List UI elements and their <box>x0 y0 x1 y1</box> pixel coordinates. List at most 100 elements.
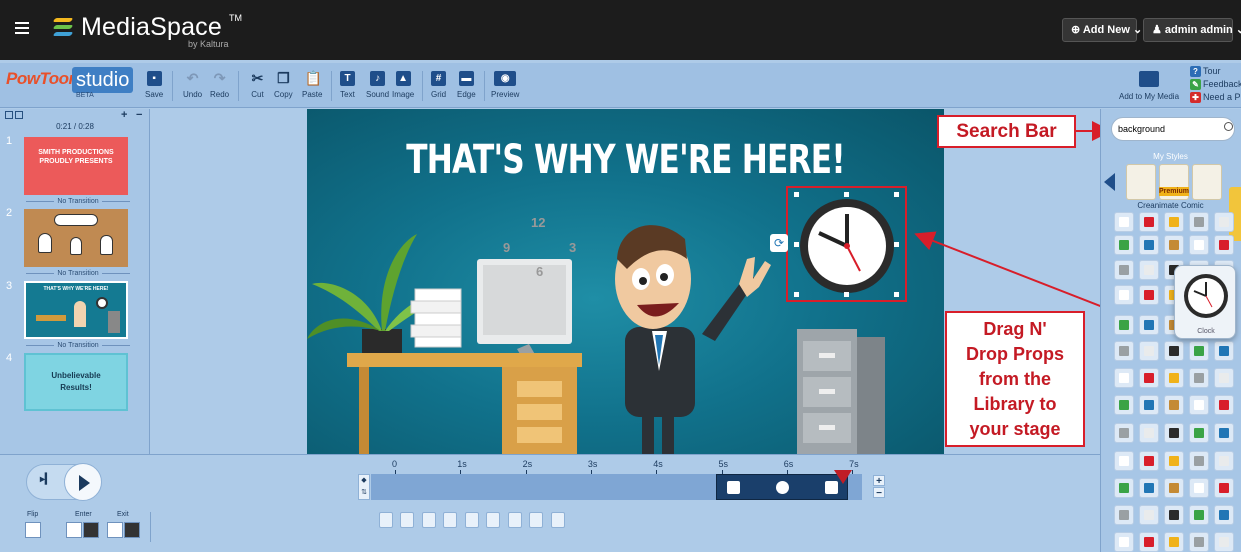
library-prop[interactable] <box>1189 505 1209 525</box>
add-to-my-media-button[interactable]: Add to My Media <box>1116 71 1182 101</box>
library-prop[interactable] <box>1114 212 1134 232</box>
paper-stack-prop[interactable] <box>410 288 462 348</box>
resize-handle[interactable] <box>794 192 799 197</box>
timeline-clip-bar[interactable] <box>716 474 848 500</box>
cabinet-object-icon[interactable] <box>443 512 458 528</box>
resize-handle[interactable] <box>844 292 849 297</box>
library-prop[interactable] <box>1164 395 1184 415</box>
grid-button[interactable]: # Grid <box>431 71 446 99</box>
library-prop[interactable] <box>1114 368 1134 388</box>
flip-button[interactable] <box>25 522 41 538</box>
remove-slide-button[interactable]: − <box>136 109 142 121</box>
desk-object-icon[interactable] <box>421 512 436 528</box>
slide-grid-icon[interactable] <box>15 111 23 119</box>
library-prop[interactable] <box>1139 235 1159 255</box>
user-menu-button[interactable]: ♟ admin admin ⌄ <box>1143 18 1241 42</box>
library-prop[interactable] <box>1189 341 1209 361</box>
resize-handle[interactable] <box>894 292 899 297</box>
library-prop[interactable] <box>1114 505 1134 525</box>
library-prop[interactable] <box>1114 260 1134 280</box>
computer-object-icon[interactable] <box>400 512 415 528</box>
library-prop[interactable] <box>1214 395 1234 415</box>
library-prop[interactable] <box>1114 423 1134 443</box>
brand-title[interactable]: MediaSpace <box>81 13 222 42</box>
resize-handle[interactable] <box>894 192 899 197</box>
redo-button[interactable]: ↷ Redo <box>210 71 229 100</box>
zoom-out-icon[interactable]: − <box>873 487 885 499</box>
slide-transition[interactable]: No Transition <box>16 270 140 277</box>
library-prop[interactable] <box>1114 285 1134 305</box>
library-prop[interactable] <box>1164 235 1184 255</box>
resize-handle[interactable] <box>794 242 799 247</box>
library-prop[interactable] <box>1164 451 1184 471</box>
library-prop[interactable] <box>1164 505 1184 525</box>
preview-button[interactable]: ◉ Preview <box>491 71 519 99</box>
library-prop[interactable] <box>1139 260 1159 280</box>
copy-button[interactable]: ❐ Copy <box>274 71 293 100</box>
library-prop[interactable] <box>1164 341 1184 361</box>
save-button[interactable]: ▪ Save <box>145 71 163 99</box>
library-prop[interactable] <box>1214 235 1234 255</box>
desk-prop[interactable] <box>347 353 582 454</box>
playhead-marker[interactable] <box>834 470 852 484</box>
library-prop[interactable] <box>1114 235 1134 255</box>
image-button[interactable]: ▲ Image <box>392 71 414 99</box>
add-new-button[interactable]: ⊕ Add New ⌄ <box>1062 18 1142 42</box>
help-link[interactable]: ✚ Need a Pr <box>1190 92 1241 103</box>
play-button[interactable] <box>64 463 102 501</box>
stage-title-text[interactable]: THAT'S WHY WE'RE HERE! <box>377 137 874 183</box>
timeline-zoom[interactable]: + − <box>873 475 885 499</box>
library-search-input[interactable] <box>1111 117 1235 141</box>
undo-button[interactable]: ↶ Undo <box>183 71 202 100</box>
library-prop[interactable] <box>1214 212 1234 232</box>
library-prop[interactable] <box>1214 478 1234 498</box>
slide-thumbnail-3[interactable]: THAT'S WHY WE'RE HERE! <box>24 281 128 339</box>
plant-object-icon[interactable] <box>529 512 544 528</box>
add-slide-button[interactable]: + <box>121 109 127 121</box>
chevron-left-icon[interactable] <box>1104 173 1115 191</box>
text-button[interactable]: T Text <box>340 71 355 99</box>
slide-view-icon[interactable] <box>5 111 13 119</box>
library-prop[interactable] <box>1139 532 1159 552</box>
feedback-link[interactable]: ✎ Feedback <box>1190 79 1241 90</box>
character-object-icon[interactable] <box>379 512 393 528</box>
library-prop[interactable] <box>1114 478 1134 498</box>
resize-handle[interactable] <box>794 292 799 297</box>
library-prop[interactable] <box>1139 315 1159 335</box>
library-prop[interactable] <box>1114 451 1134 471</box>
exit-effect-button[interactable] <box>107 522 141 538</box>
library-prop[interactable] <box>1214 505 1234 525</box>
library-prop[interactable] <box>1189 532 1209 552</box>
library-prop[interactable] <box>1214 423 1234 443</box>
zoom-in-icon[interactable]: + <box>873 475 885 487</box>
cabinet-object-icon[interactable] <box>507 512 522 528</box>
style-option[interactable] <box>1192 164 1222 200</box>
library-prop[interactable] <box>1139 368 1159 388</box>
paste-button[interactable]: 📋 Paste <box>302 71 322 100</box>
selection-box[interactable] <box>786 186 907 302</box>
library-prop[interactable] <box>1139 341 1159 361</box>
library-prop[interactable] <box>1114 532 1134 552</box>
library-prop[interactable] <box>1139 423 1159 443</box>
library-prop[interactable] <box>1164 423 1184 443</box>
library-prop[interactable] <box>1114 315 1134 335</box>
cut-button[interactable]: ✂ Cut <box>250 71 265 100</box>
library-prop[interactable] <box>1214 368 1234 388</box>
library-prop[interactable] <box>1114 395 1134 415</box>
search-icon[interactable] <box>1224 122 1233 131</box>
library-prop[interactable] <box>1139 395 1159 415</box>
library-prop[interactable] <box>1189 395 1209 415</box>
slide-transition[interactable]: No Transition <box>16 198 140 205</box>
library-prop[interactable] <box>1189 368 1209 388</box>
slide-thumbnail-2[interactable] <box>24 209 128 267</box>
library-prop[interactable] <box>1189 212 1209 232</box>
enter-effect-button[interactable] <box>66 522 100 538</box>
text-object-icon[interactable] <box>550 512 565 528</box>
sound-button[interactable]: ♪ Sound <box>366 71 389 99</box>
slide-thumbnail-4[interactable]: Unbelievable Results! <box>24 353 128 411</box>
timeline-scroll[interactable]: ◆ ⇅ <box>358 474 370 500</box>
style-option[interactable] <box>1126 164 1156 200</box>
library-prop[interactable] <box>1214 341 1234 361</box>
library-prop[interactable] <box>1214 451 1234 471</box>
step-forward-icon[interactable]: ▸▎ <box>40 474 56 490</box>
